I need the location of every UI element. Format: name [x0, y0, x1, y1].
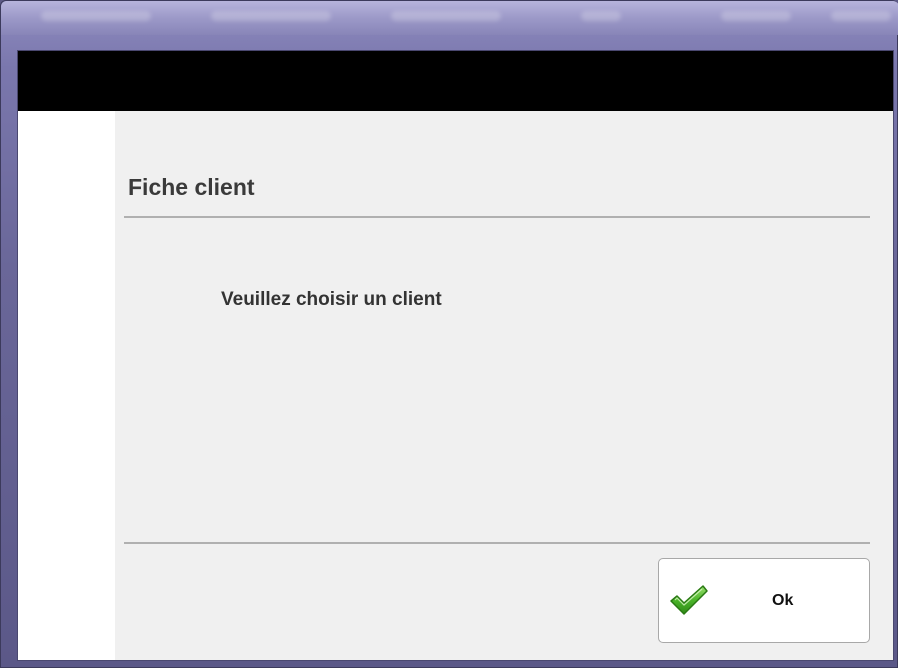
footer-divider	[124, 542, 870, 544]
blurred-column-header	[211, 11, 331, 21]
dialog-panel: Fiche client Veuillez choisir un client	[115, 111, 893, 660]
blurred-column-header	[721, 11, 791, 21]
ok-button-label: Ok	[772, 592, 794, 609]
left-margin	[18, 111, 115, 660]
blurred-column-header	[831, 11, 891, 21]
window-title-bar[interactable]	[1, 1, 898, 35]
dialog-message: Veuillez choisir un client	[221, 289, 442, 310]
header-bar	[18, 51, 893, 111]
blurred-column-header	[41, 11, 151, 21]
ok-button[interactable]: Ok	[658, 558, 870, 643]
blurred-column-header	[391, 11, 501, 21]
dialog-window: Fiche client Veuillez choisir un client	[17, 50, 894, 661]
dialog-title: Fiche client	[128, 174, 255, 200]
checkmark-icon	[670, 585, 708, 615]
blurred-column-header	[581, 11, 621, 21]
title-divider	[124, 216, 870, 218]
window-frame: Fiche client Veuillez choisir un client	[0, 0, 898, 668]
